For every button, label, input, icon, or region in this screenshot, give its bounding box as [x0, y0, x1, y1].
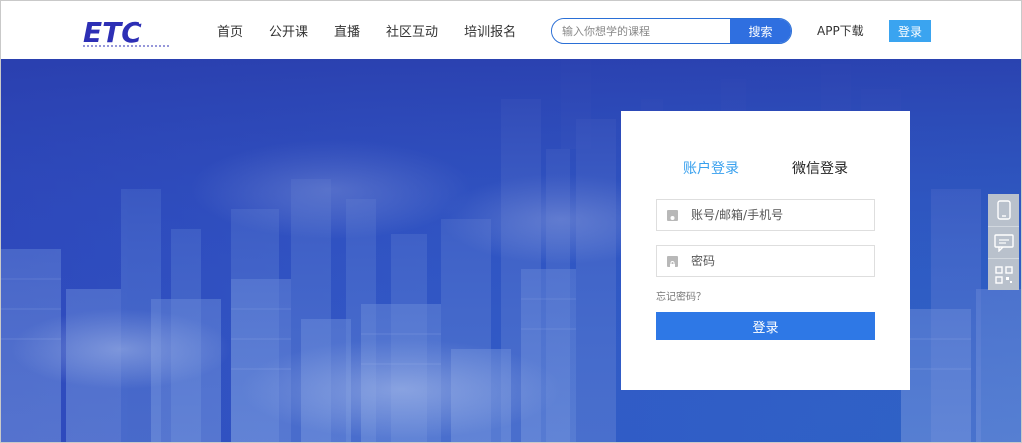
nav-open-courses[interactable]: 公开课 [269, 21, 308, 40]
app-download-link[interactable]: APP下载 [817, 22, 864, 39]
account-input[interactable] [691, 208, 861, 222]
main-nav: 首页 公开课 直播 社区互动 培训报名 [217, 1, 542, 59]
logo-text: ETC [83, 16, 142, 49]
nav-community[interactable]: 社区互动 [386, 21, 438, 40]
page-frame: ETC 首页 公开课 直播 社区互动 培训报名 搜索 APP下载 登录 [0, 0, 1022, 443]
search-box: 搜索 [551, 18, 792, 44]
login-panel: 账户登录 微信登录 忘记密码？ 登录 [621, 111, 910, 390]
lock-icon [667, 255, 678, 268]
nav-home[interactable]: 首页 [217, 21, 243, 40]
forgot-password-link[interactable]: 忘记密码？ [656, 288, 706, 303]
nav-live[interactable]: 直播 [334, 21, 360, 40]
password-field [656, 245, 875, 277]
side-toolbar [988, 194, 1019, 290]
search-button[interactable]: 搜索 [730, 19, 791, 43]
password-input[interactable] [691, 254, 861, 268]
etc-logo[interactable]: ETC [81, 15, 173, 49]
search-input[interactable] [552, 19, 730, 43]
user-icon [667, 209, 678, 223]
login-submit-button[interactable]: 登录 [656, 312, 875, 340]
tab-account-login[interactable]: 账户登录 [683, 158, 739, 178]
account-field [656, 199, 875, 231]
chat-icon[interactable] [988, 226, 1019, 258]
top-header: ETC 首页 公开课 直播 社区互动 培训报名 搜索 APP下载 登录 [1, 1, 1021, 59]
tab-wechat-login[interactable]: 微信登录 [792, 158, 848, 178]
header-login-button[interactable]: 登录 [889, 20, 931, 42]
nav-training-signup[interactable]: 培训报名 [464, 21, 516, 40]
qrcode-icon[interactable] [988, 258, 1019, 290]
mobile-icon[interactable] [988, 194, 1019, 226]
